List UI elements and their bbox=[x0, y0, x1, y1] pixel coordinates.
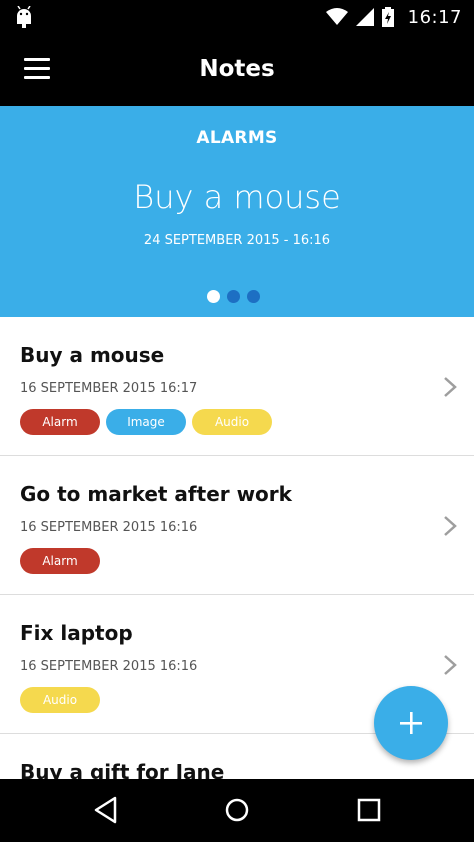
audio-tag: Audio bbox=[20, 687, 100, 713]
alarm-tag: Alarm bbox=[20, 548, 100, 574]
note-title: Fix laptop bbox=[20, 621, 133, 645]
note-title: Buy a mouse bbox=[20, 343, 165, 367]
carousel-indicator bbox=[207, 290, 260, 303]
chevron-right-icon bbox=[444, 377, 457, 397]
note-date: 16 SEPTEMBER 2015 16:16 bbox=[20, 520, 198, 535]
recents-icon[interactable] bbox=[354, 795, 384, 825]
image-tag: Image bbox=[106, 409, 186, 435]
alarm-tag: Alarm bbox=[20, 409, 100, 435]
featured-alarm-banner[interactable]: ALARMS Buy a mouse 24 SEPTEMBER 2015 - 1… bbox=[0, 106, 474, 317]
chevron-right-icon bbox=[444, 516, 457, 536]
status-time: 16:17 bbox=[407, 6, 462, 28]
banner-category: ALARMS bbox=[196, 128, 278, 148]
wifi-icon bbox=[325, 8, 348, 25]
audio-tag: Audio bbox=[192, 409, 272, 435]
banner-title: Buy a mouse bbox=[133, 178, 341, 216]
note-title: Go to market after work bbox=[20, 482, 292, 506]
note-date: 16 SEPTEMBER 2015 16:17 bbox=[20, 381, 198, 396]
plus-icon bbox=[400, 712, 422, 734]
carousel-dot-3[interactable] bbox=[247, 290, 260, 303]
home-icon[interactable] bbox=[222, 795, 252, 825]
android-icon bbox=[17, 6, 31, 28]
add-note-button[interactable] bbox=[374, 686, 448, 760]
app-bar: Notes bbox=[0, 34, 474, 106]
status-bar: 16:17 bbox=[0, 0, 474, 34]
signal-icon bbox=[355, 8, 374, 26]
battery-icon bbox=[381, 7, 394, 27]
carousel-dot-1[interactable] bbox=[207, 290, 220, 303]
carousel-dot-2[interactable] bbox=[227, 290, 240, 303]
page-title: Notes bbox=[199, 56, 275, 82]
list-item[interactable]: Buy a mouse 16 SEPTEMBER 2015 16:17 Alar… bbox=[0, 317, 474, 456]
banner-date: 24 SEPTEMBER 2015 - 16:16 bbox=[143, 233, 331, 248]
note-date: 16 SEPTEMBER 2015 16:16 bbox=[20, 659, 198, 674]
chevron-right-icon bbox=[444, 655, 457, 675]
back-icon[interactable] bbox=[91, 795, 121, 825]
list-item[interactable]: Go to market after work 16 SEPTEMBER 201… bbox=[0, 456, 474, 595]
system-nav-bar bbox=[0, 779, 474, 842]
note-title: Buy a gift for Jane bbox=[20, 760, 225, 779]
